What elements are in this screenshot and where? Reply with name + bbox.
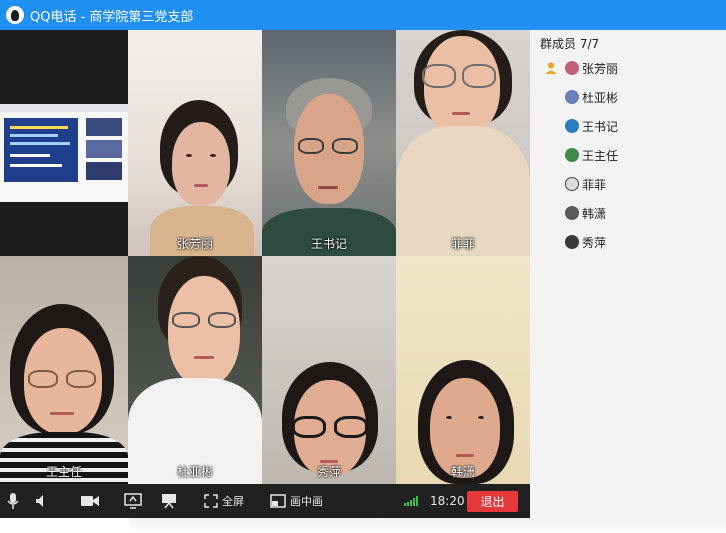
video-tile-xiuping[interactable]: 秀萍 <box>262 256 396 484</box>
share-screen-button[interactable] <box>124 484 142 518</box>
avatar <box>565 148 579 162</box>
video-tile-du-yabin[interactable]: 杜亚彬 <box>128 256 262 484</box>
exit-call-button[interactable]: 退出 <box>467 491 518 512</box>
picture-in-picture-label: 画中画 <box>290 495 323 508</box>
avatar <box>565 206 579 220</box>
member-name: 秀萍 <box>582 235 607 250</box>
host-person-icon <box>545 62 557 74</box>
member-list-panel: 群成员 7/7 张芳丽 杜亚彬 王书记 王主任 菲菲 韩潇 秀萍 <box>530 30 726 533</box>
video-tile-feifei[interactable]: 菲菲 <box>396 30 530 256</box>
member-item[interactable]: 秀萍 <box>530 232 726 252</box>
member-name: 菲菲 <box>582 177 607 192</box>
video-tile-wang-shuji[interactable]: 王书记 <box>262 30 396 256</box>
member-item[interactable]: 菲菲 <box>530 174 726 194</box>
member-item[interactable]: 王书记 <box>530 116 726 136</box>
member-name: 王书记 <box>582 119 619 134</box>
call-control-bar: 全屏 画中画 18:20 退出 <box>0 484 530 518</box>
avatar <box>565 119 579 133</box>
video-grid: 张芳丽 王书记 菲菲 王主任 杜亚彬 秀萍 韩潇 <box>0 30 530 484</box>
participant-name: 秀萍 <box>316 465 341 479</box>
participant-name: 王书记 <box>310 237 347 251</box>
member-name: 杜亚彬 <box>582 90 619 105</box>
camera-icon <box>81 496 99 506</box>
member-item[interactable]: 张芳丽 <box>530 58 726 78</box>
avatar <box>565 235 579 249</box>
member-item[interactable]: 王主任 <box>530 145 726 165</box>
fullscreen-icon <box>204 494 218 508</box>
video-tile-wang-zhuren[interactable]: 王主任 <box>0 256 128 484</box>
video-tile-screen-share[interactable] <box>0 30 128 256</box>
member-count-header: 群成员 7/7 <box>540 37 600 51</box>
camera-button[interactable] <box>80 484 100 518</box>
share-screen-icon <box>124 493 142 509</box>
member-name: 王主任 <box>582 148 619 163</box>
call-duration: 18:20 <box>430 494 465 508</box>
member-name: 张芳丽 <box>582 61 619 76</box>
microphone-icon <box>7 493 19 509</box>
speaker-icon <box>36 495 43 507</box>
whiteboard-button[interactable] <box>160 484 178 518</box>
participant-name: 杜亚彬 <box>176 465 213 479</box>
qq-call-window: QQ电话 - 商学院第三党支部 张芳丽 王书记 菲菲 王主任 杜亚彬 秀萍 韩潇… <box>0 0 726 533</box>
member-item[interactable]: 杜亚彬 <box>530 87 726 107</box>
signal-strength-icon <box>404 496 418 506</box>
member-name: 韩潇 <box>582 206 607 221</box>
presentation-icon <box>162 494 176 509</box>
picture-in-picture-icon <box>270 494 286 508</box>
shared-screen-preview <box>0 104 128 202</box>
avatar <box>565 61 579 75</box>
fullscreen-label: 全屏 <box>222 495 244 508</box>
video-tile-han-xiao[interactable]: 韩潇 <box>396 256 530 484</box>
avatar <box>565 177 579 191</box>
participant-name: 张芳丽 <box>176 237 213 251</box>
window-title: QQ电话 - 商学院第三党支部 <box>30 9 194 25</box>
member-item[interactable]: 韩潇 <box>530 203 726 223</box>
participant-name: 王主任 <box>45 465 82 479</box>
participant-name: 韩潇 <box>450 465 475 479</box>
microphone-button[interactable] <box>6 484 20 518</box>
speaker-button[interactable] <box>34 484 50 518</box>
participant-name: 菲菲 <box>450 237 475 251</box>
title-bar: QQ电话 - 商学院第三党支部 <box>0 0 726 30</box>
picture-in-picture-button[interactable]: 画中画 <box>270 484 323 518</box>
avatar <box>565 90 579 104</box>
background-page-strip <box>0 518 726 533</box>
qq-logo-icon <box>6 6 24 24</box>
fullscreen-button[interactable]: 全屏 <box>204 484 244 518</box>
video-tile-zhang-fangli[interactable]: 张芳丽 <box>128 30 262 256</box>
